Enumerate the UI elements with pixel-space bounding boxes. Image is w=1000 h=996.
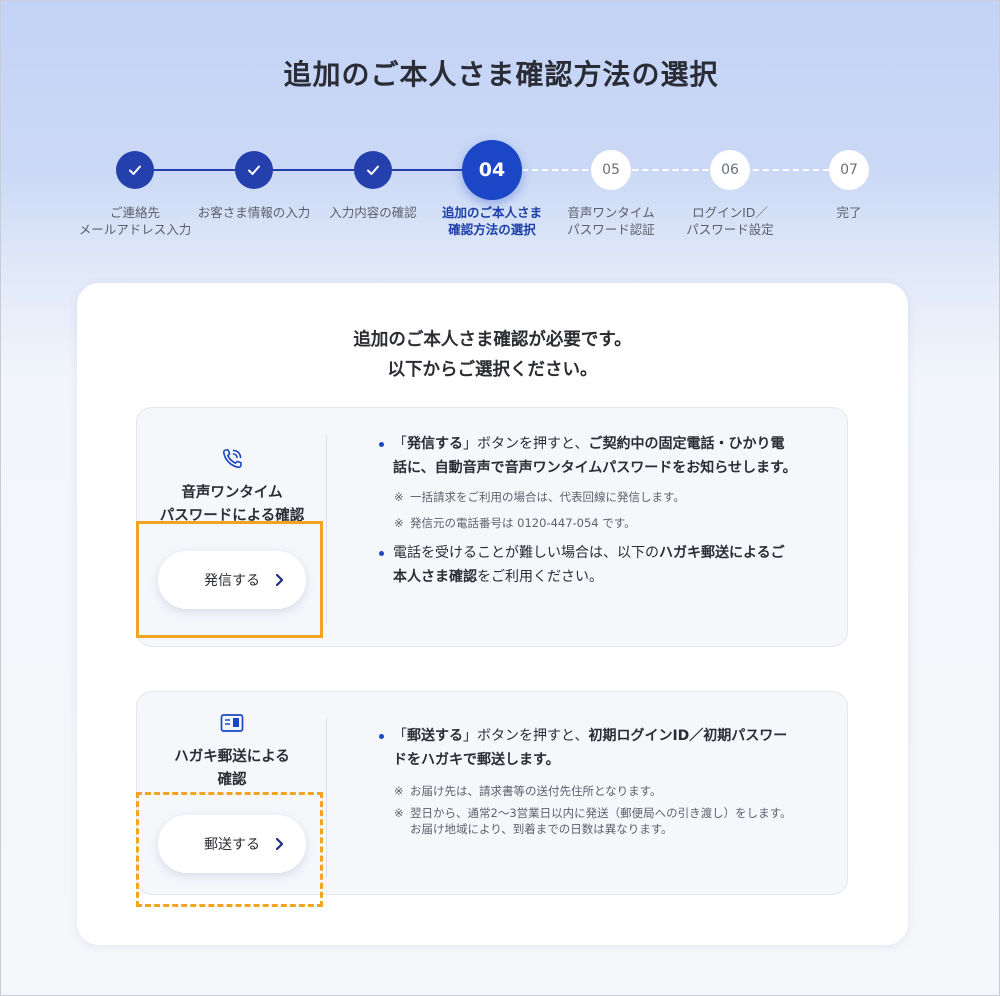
note-text: ※ お届け先は、請求書等の送付先住所となります。: [394, 784, 662, 798]
step-6-node: 06: [710, 150, 750, 190]
note-text: ※ 発信元の電話番号は 0120-447-054 です。: [394, 516, 636, 530]
highlight-box-solid: [136, 521, 323, 638]
option-description: 「発信する」ボタンを押すと、ご契約中の固定電話・ひかり電話に、自動音声で音声ワン…: [377, 432, 797, 589]
card-heading: 追加のご本人さま確認が必要です。 以下からご選択ください。: [353, 330, 632, 380]
step-2-node: [235, 151, 273, 189]
check-icon: [367, 165, 379, 175]
option-divider: [326, 718, 327, 878]
page-frame: 追加のご本人さま確認方法の選択 ご連絡先 メールアドレス入力 お客さま情報の入力 …: [0, 0, 1000, 996]
option-divider: [326, 434, 327, 624]
description-bullet: 電話を受けることが難しい場合は、以下のハガキ郵送によるご本人さま確認をご利用くだ…: [377, 541, 797, 589]
option-title: ハガキ郵送による 確認: [174, 749, 290, 788]
step-7-label: 完了: [836, 205, 862, 220]
note-text: ※ 一括請求をご利用の場合は、代表回線に発信します。: [394, 490, 685, 504]
stepper-line-completed: [135, 169, 492, 171]
description-bullet: 「郵送する」ボタンを押すと、初期ログインID／初期パスワードをハガキで郵送します…: [377, 724, 797, 772]
option-description: 「郵送する」ボタンを押すと、初期ログインID／初期パスワードをハガキで郵送します…: [377, 724, 797, 837]
step-3-node: [354, 151, 392, 189]
description-bullet: 「発信する」ボタンを押すと、ご契約中の固定電話・ひかり電話に、自動音声で音声ワン…: [377, 432, 797, 480]
stepper-line-remaining: [492, 169, 849, 171]
page-title: 追加のご本人さま確認方法の選択: [283, 58, 719, 91]
note-text: ※ 翌日から、通常2〜3営業日以内に発送（郵便局への引き渡し）をします。 お届け地…: [394, 806, 792, 836]
check-icon: [248, 165, 260, 175]
step-4-node: 04: [462, 140, 522, 200]
check-icon: [129, 165, 141, 175]
step-5-node: 05: [591, 150, 631, 190]
step-1-node: [116, 151, 154, 189]
phone-call-icon: [222, 449, 242, 469]
step-7-node: 07: [829, 150, 869, 190]
postcard-icon: [220, 714, 244, 732]
progress-stepper: ご連絡先 メールアドレス入力 お客さま情報の入力 入力内容の確認 04 追加のご本…: [1, 131, 999, 251]
highlight-box-dashed: [136, 792, 323, 907]
